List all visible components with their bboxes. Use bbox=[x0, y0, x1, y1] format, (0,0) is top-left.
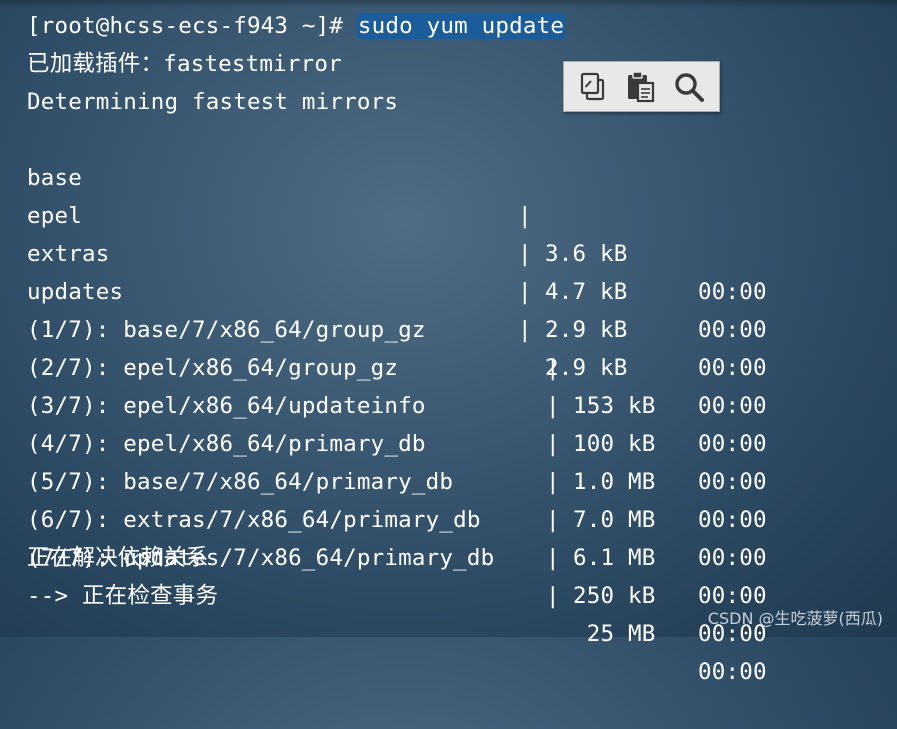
paste-button[interactable] bbox=[621, 67, 661, 107]
search-icon bbox=[675, 72, 705, 102]
copy-icon bbox=[580, 72, 604, 100]
copy-button[interactable] bbox=[574, 67, 614, 107]
download-line: (7/7): updates/7/x86_64/primary_db | 25 … bbox=[27, 501, 897, 685]
repo-line: base | 3.6 kB 00:00 bbox=[27, 121, 897, 305]
repo-line: updates | 2.9 kB 00:00 bbox=[27, 235, 897, 419]
download-line: (4/7): epel/x86_64/primary_db | 7.0 MB 0… bbox=[27, 387, 897, 571]
shell-prompt: [root@hcss-ecs-f943 ~]# bbox=[27, 13, 357, 39]
prompt-line: [root@hcss-ecs-f943 ~]# sudo yum update bbox=[27, 7, 897, 45]
search-button[interactable] bbox=[669, 67, 709, 107]
csdn-watermark: CSDN @生吃菠萝(西瓜) bbox=[707, 609, 883, 628]
repo-line: extras | 2.9 kB 00:00 bbox=[27, 197, 897, 381]
selection-toolbar bbox=[563, 61, 720, 112]
plugins-line: 已加载插件：fastestmirror bbox=[27, 51, 342, 77]
selected-command[interactable]: sudo yum update bbox=[356, 13, 566, 39]
download-line: (5/7): base/7/x86_64/primary_db | 6.1 MB… bbox=[27, 425, 897, 609]
paste-icon bbox=[628, 70, 655, 102]
terminal-output[interactable]: [root@hcss-ecs-f943 ~]# sudo yum update … bbox=[27, 7, 897, 685]
download-time: 00:00 bbox=[698, 659, 767, 685]
resolving-dependencies-line: 正在解决依赖关系 bbox=[27, 545, 209, 571]
download-line: (1/7): base/7/x86_64/group_gz | 153 kB 0… bbox=[27, 273, 897, 457]
repo-line: epel | 4.7 kB 00:00 bbox=[27, 159, 897, 343]
download-line: (3/7): epel/x86_64/updateinfo | 1.0 MB 0… bbox=[27, 349, 897, 533]
determining-mirrors-line: Determining fastest mirrors bbox=[27, 89, 399, 115]
download-size: 25 MB bbox=[573, 621, 656, 647]
download-line: (6/7): extras/7/x86_64/primary_db | 250 … bbox=[27, 463, 897, 647]
download-line: (2/7): epel/x86_64/group_gz | 100 kB 00:… bbox=[27, 311, 897, 495]
